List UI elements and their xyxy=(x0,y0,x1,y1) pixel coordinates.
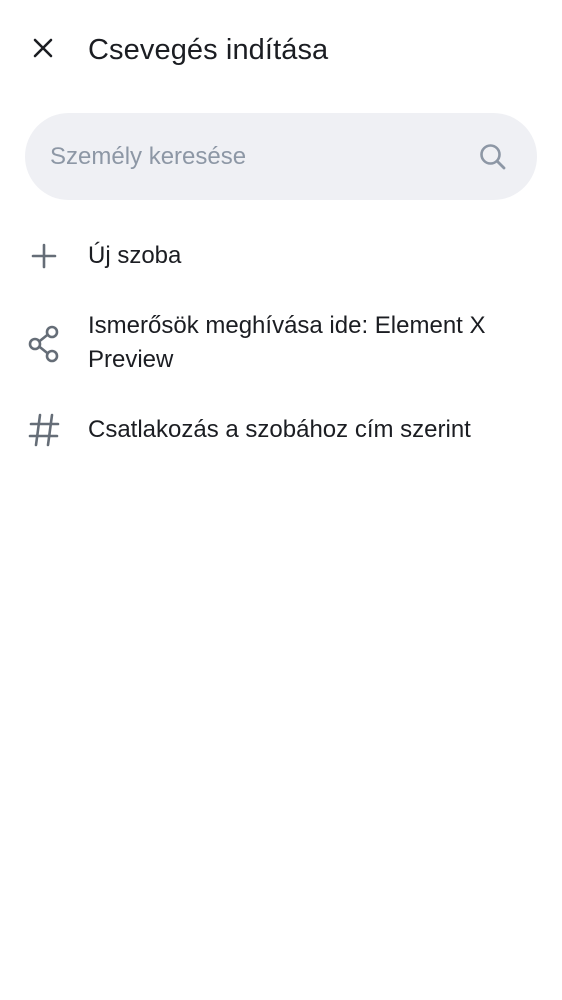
top-app-bar: Csevegés indítása xyxy=(0,0,562,100)
join-room-by-address-item[interactable]: Csatlakozás a szobához cím szerint xyxy=(0,220,562,447)
search-icon[interactable] xyxy=(477,141,509,173)
hash-icon xyxy=(27,413,61,447)
search-input[interactable] xyxy=(50,113,470,200)
close-icon xyxy=(31,36,55,65)
search-bar[interactable] xyxy=(25,113,537,200)
action-list: Új szoba Ismerősök meghívása ide: Elemen… xyxy=(0,220,562,447)
close-button[interactable] xyxy=(23,30,63,70)
page-title: Csevegés indítása xyxy=(88,34,329,66)
join-room-label: Csatlakozás a szobához cím szerint xyxy=(88,416,471,443)
